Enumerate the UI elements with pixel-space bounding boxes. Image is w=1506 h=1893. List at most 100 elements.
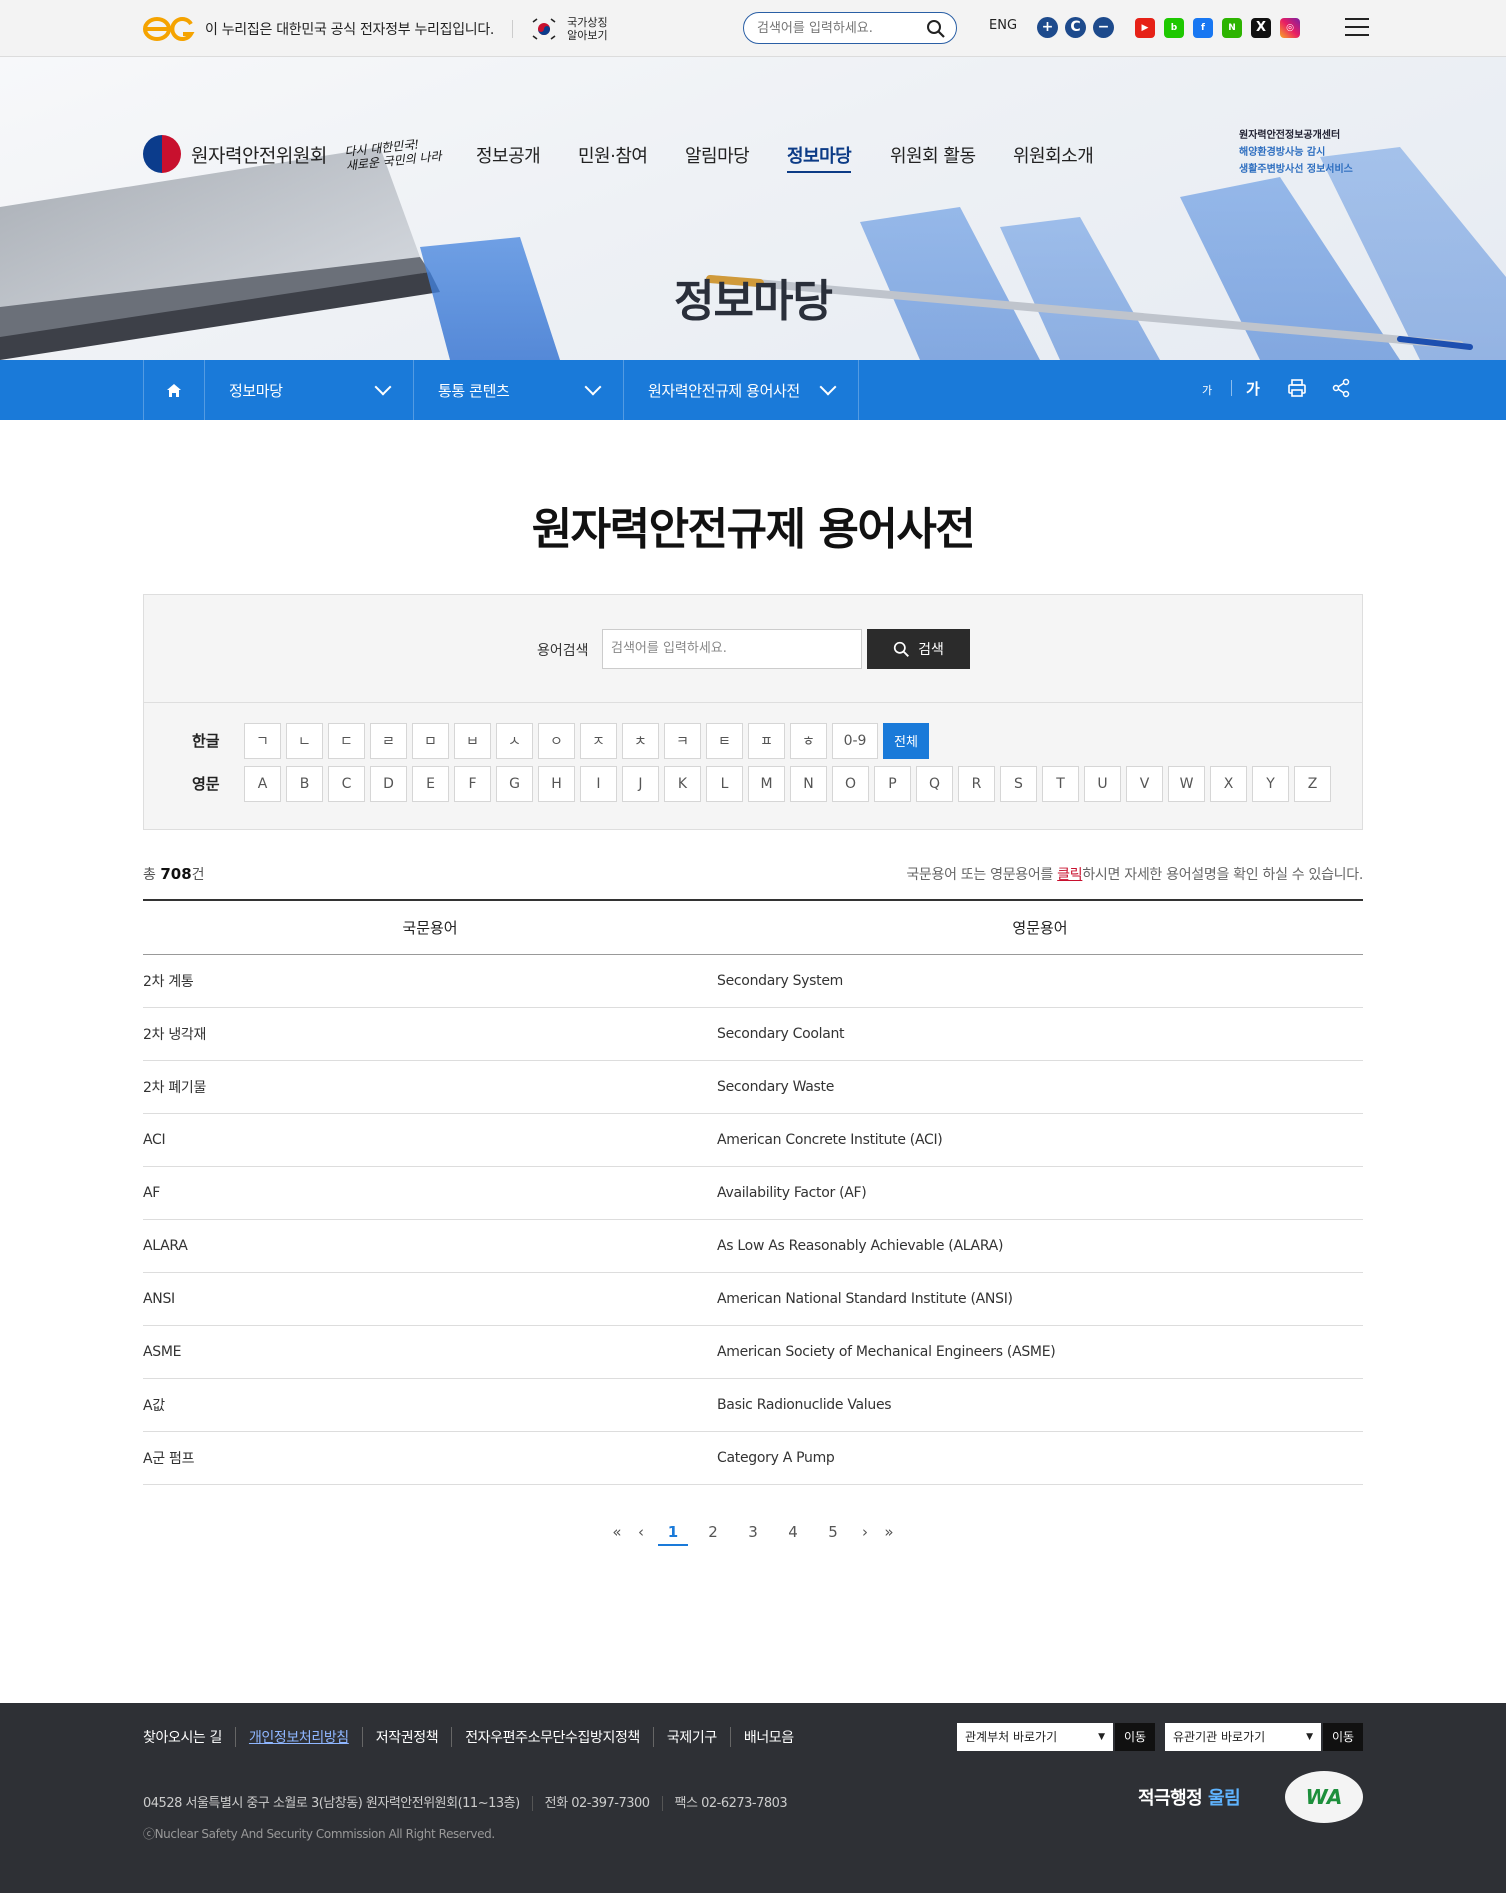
location-depth-1[interactable]: 정보마당 [205,360,414,420]
national-symbol-link[interactable]: 국가상징 알아보기 [567,16,607,42]
nav-notice[interactable]: 알림마당 [685,142,750,168]
english-term-link[interactable]: As Low As Reasonably Achievable (ALARA) [717,1238,1363,1254]
korean-term-link[interactable]: ASME [143,1344,717,1360]
page-number-button[interactable]: 2 [693,1518,733,1546]
korean-term-link[interactable]: A값 [143,1395,717,1415]
korean-letter-button[interactable]: ㅁ [412,722,449,759]
korean-letter-button[interactable]: ㄹ [370,722,407,759]
footer-link-copyright[interactable]: 저작권정책 [361,1727,451,1747]
font-small-button[interactable]: 가 [1202,382,1212,398]
korean-term-link[interactable]: 2차 폐기물 [143,1077,717,1097]
zoom-in-button[interactable]: + [1037,17,1058,38]
english-letter-button[interactable]: I [580,765,617,802]
related-ministry-go-button[interactable]: 이동 [1115,1723,1155,1751]
english-term-link[interactable]: Secondary Coolant [717,1026,1363,1042]
english-letter-button[interactable]: K [664,765,701,802]
nav-info-plaza[interactable]: 정보마당 [787,142,852,173]
english-letter-button[interactable]: U [1084,765,1121,802]
footer-link-email-policy[interactable]: 전자우편주소무단수집방지정책 [451,1727,653,1747]
english-term-link[interactable]: American Concrete Institute (ACI) [717,1132,1363,1148]
term-search-button[interactable]: 검색 [867,629,970,669]
english-letter-button[interactable]: L [706,765,743,802]
korean-letter-button[interactable]: ㅈ [580,722,617,759]
footer-link-intl-orgs[interactable]: 국제기구 [652,1727,730,1747]
english-letter-button[interactable]: J [622,765,659,802]
x-icon[interactable]: X [1251,18,1271,38]
korean-term-link[interactable]: 2차 냉각재 [143,1024,717,1044]
related-ministry-select[interactable]: 관계부처 바로가기 [957,1723,1113,1751]
share-icon[interactable] [1331,378,1351,398]
english-term-link[interactable]: Category A Pump [717,1450,1363,1466]
korean-letter-button[interactable]: ㅎ [790,722,827,759]
korean-term-link[interactable]: A군 펌프 [143,1448,717,1468]
korean-letter-button[interactable]: ㄱ [244,722,281,759]
english-term-link[interactable]: Basic Radionuclide Values [717,1397,1363,1413]
nav-committee-intro[interactable]: 위원회소개 [1013,142,1094,168]
page-number-button[interactable]: 4 [773,1518,813,1546]
last-page-icon[interactable]: » [877,1518,901,1546]
korean-letter-button[interactable]: ㅇ [538,722,575,759]
location-depth-2[interactable]: 통통 콘텐츠 [414,360,624,420]
english-term-link[interactable]: American National Standard Institute (AN… [717,1291,1363,1307]
english-term-link[interactable]: American Society of Mechanical Engineers… [717,1344,1363,1360]
related-agency-go-button[interactable]: 이동 [1323,1723,1363,1751]
term-search-input[interactable]: 검색어를 입력하세요. [602,629,862,669]
related-agency-select[interactable]: 유관기관 바로가기 [1165,1723,1321,1751]
zoom-reset-button[interactable]: C [1065,17,1086,38]
korean-letter-button[interactable]: ㅋ [664,722,701,759]
korean-letter-button[interactable]: 전체 [883,722,929,759]
blog-icon[interactable]: b [1164,18,1184,38]
english-letter-button[interactable]: T [1042,765,1079,802]
footer-link-directions[interactable]: 찾아오시는 길 [143,1727,235,1747]
english-letter-button[interactable]: V [1126,765,1163,802]
english-letter-button[interactable]: Q [916,765,953,802]
english-letter-button[interactable]: Z [1294,765,1331,802]
english-letter-button[interactable]: D [370,765,407,802]
instagram-icon[interactable]: ◎ [1280,18,1300,38]
home-button[interactable] [143,360,205,420]
korean-letter-button[interactable]: ㅂ [454,722,491,759]
first-page-icon[interactable]: « [605,1518,629,1546]
english-letter-button[interactable]: P [874,765,911,802]
eng-link[interactable]: ENG [989,18,1017,33]
side-link-info-center[interactable]: 원자력안전정보공개센터 [1239,127,1353,144]
english-letter-button[interactable]: F [454,765,491,802]
side-link-marine-monitor[interactable]: 해양환경방사능 감시 [1239,144,1353,161]
facebook-icon[interactable]: f [1193,18,1213,38]
prev-page-icon[interactable]: ‹ [629,1518,653,1546]
site-logo[interactable]: 원자력안전위원회 다시 대한민국! 새로운 국민의 나라 [143,135,442,173]
korean-letter-button[interactable]: ㅌ [706,722,743,759]
menu-icon[interactable] [1345,18,1369,38]
top-search-input[interactable] [744,13,914,43]
page-number-button[interactable]: 5 [813,1518,853,1546]
print-icon[interactable] [1287,378,1307,398]
korean-term-link[interactable]: ALARA [143,1238,717,1254]
english-letter-button[interactable]: R [958,765,995,802]
next-page-icon[interactable]: › [853,1518,877,1546]
page-number-button[interactable]: 3 [733,1518,773,1546]
korean-letter-button[interactable]: ㅍ [748,722,785,759]
page-number-button[interactable]: 1 [658,1518,688,1546]
korean-term-link[interactable]: ACI [143,1132,717,1148]
korean-letter-button[interactable]: ㅊ [622,722,659,759]
english-letter-button[interactable]: Y [1252,765,1289,802]
english-letter-button[interactable]: N [790,765,827,802]
english-letter-button[interactable]: O [832,765,869,802]
nav-info-disclosure[interactable]: 정보공개 [476,142,541,168]
english-letter-button[interactable]: A [244,765,281,802]
korean-letter-button[interactable]: 0-9 [832,722,878,759]
english-letter-button[interactable]: H [538,765,575,802]
zoom-out-button[interactable]: − [1093,17,1114,38]
taegukgi-icon[interactable] [531,16,557,42]
english-letter-button[interactable]: C [328,765,365,802]
naver-icon[interactable]: N [1222,18,1242,38]
english-letter-button[interactable]: B [286,765,323,802]
english-letter-button[interactable]: M [748,765,785,802]
korean-term-link[interactable]: ANSI [143,1291,717,1307]
youtube-icon[interactable]: ▶ [1135,18,1155,38]
english-letter-button[interactable]: G [496,765,533,802]
english-term-link[interactable]: Secondary Waste [717,1079,1363,1095]
korean-letter-button[interactable]: ㄷ [328,722,365,759]
english-letter-button[interactable]: E [412,765,449,802]
korean-term-link[interactable]: AF [143,1185,717,1201]
